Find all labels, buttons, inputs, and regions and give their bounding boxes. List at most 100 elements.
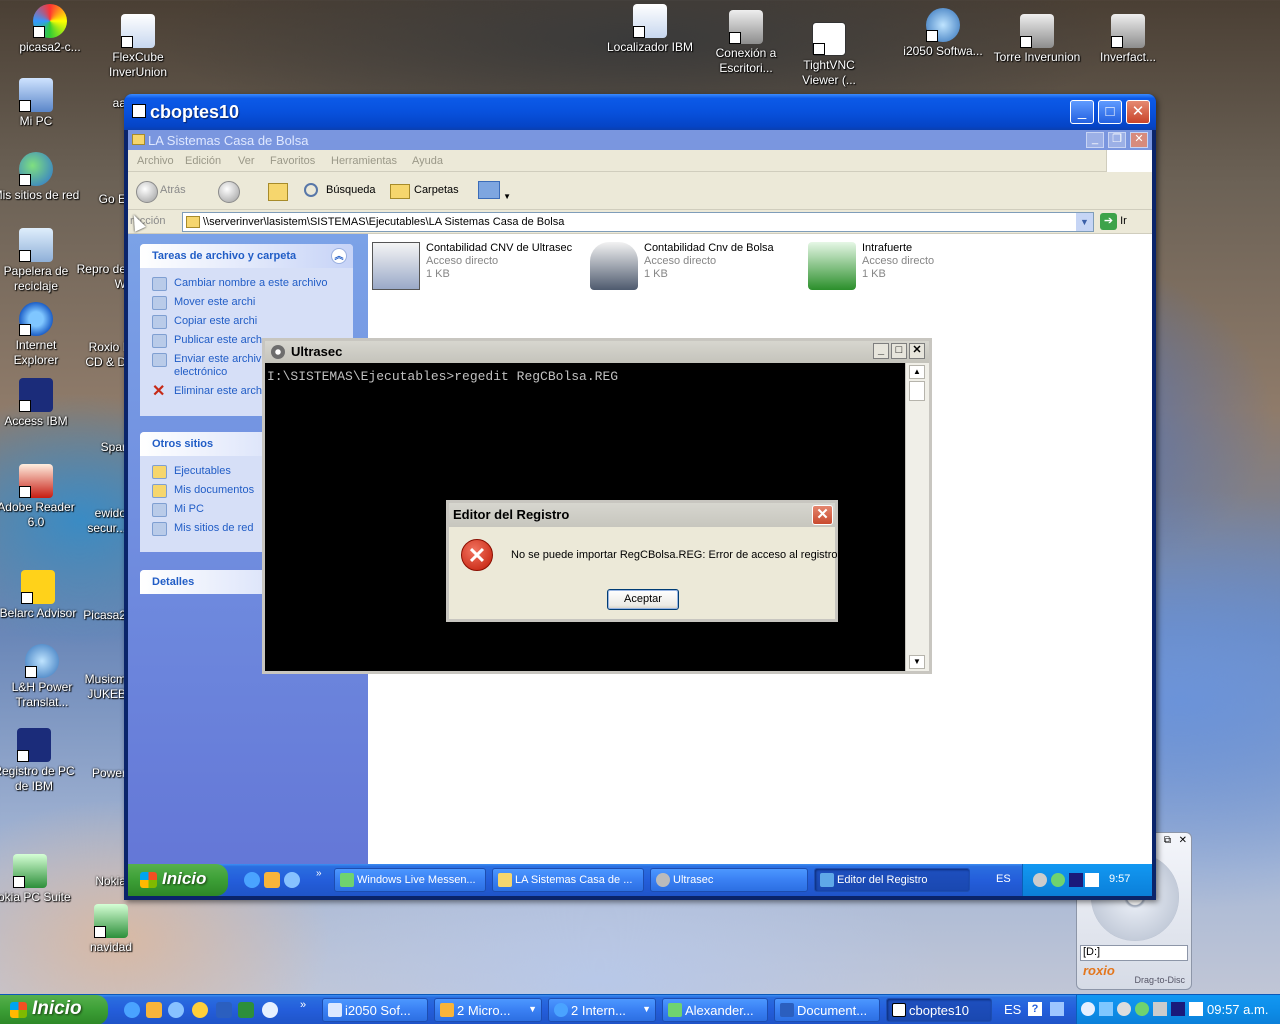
- internet-explorer-icon[interactable]: [244, 872, 260, 888]
- tray-icon[interactable]: [1171, 1002, 1185, 1016]
- desktop-icon-partial-repro[interactable]: Repro de W: [70, 262, 126, 292]
- remote-task-registry-editor[interactable]: Editor del Registro: [814, 868, 970, 892]
- desktop-icon-picasa2-c[interactable]: picasa2-c...: [6, 4, 94, 55]
- task-i2050[interactable]: i2050 Sof...: [322, 998, 428, 1022]
- console-maximize-button[interactable]: □: [891, 343, 907, 359]
- scroll-down-icon[interactable]: ▼: [909, 655, 925, 669]
- tray-icon[interactable]: [1069, 873, 1083, 887]
- back-button[interactable]: Atrás: [136, 181, 186, 203]
- desktop-icon-partial-ewido[interactable]: ewido secur...: [70, 506, 126, 536]
- messenger-tray-icon[interactable]: [1135, 1002, 1149, 1016]
- task-cboptes10[interactable]: cboptes10: [886, 998, 992, 1022]
- excel-icon[interactable]: [238, 1002, 254, 1018]
- go-button[interactable]: ➔ Ir: [1100, 213, 1127, 230]
- help-icon[interactable]: ?: [1028, 1002, 1042, 1016]
- word-icon[interactable]: [216, 1002, 232, 1018]
- panel-header[interactable]: Tareas de archivo y carpeta ︽: [140, 244, 353, 268]
- collapse-icon[interactable]: ︽: [331, 248, 347, 264]
- task-email[interactable]: Enviar este archiv electrónico: [140, 350, 270, 382]
- explorer-title-bar[interactable]: LA Sistemas Casa de Bolsa _ ❐ ✕: [128, 130, 1152, 150]
- desktop-icon-torre-inverunion[interactable]: Torre Inverunion: [993, 14, 1081, 65]
- media-player-icon[interactable]: [192, 1002, 208, 1018]
- desktop-icon-adobe-reader[interactable]: Adobe Reader 6.0: [0, 464, 80, 530]
- tray-icon[interactable]: [1117, 1002, 1131, 1016]
- quicklaunch-icon[interactable]: [168, 1002, 184, 1018]
- desktop-icon-localizador-ibm[interactable]: Localizador IBM: [606, 4, 694, 55]
- views-button[interactable]: ▼: [478, 181, 511, 203]
- desktop-icon-nokia-pc-suite[interactable]: Nokia PC Suite: [0, 854, 74, 905]
- desktop-icon-network-places[interactable]: Mis sitios de red: [0, 152, 80, 203]
- internet-explorer-icon[interactable]: [124, 1002, 140, 1018]
- desktop-icon-partial-aa[interactable]: aa: [70, 96, 126, 111]
- task-alexander[interactable]: Alexander...: [662, 998, 768, 1022]
- messenger-tray-icon[interactable]: [1051, 873, 1065, 887]
- menu-herramientas[interactable]: Herramientas: [331, 155, 397, 167]
- outlook-icon[interactable]: [146, 1002, 162, 1018]
- maximize-button[interactable]: □: [1098, 100, 1122, 124]
- task-copy[interactable]: Copiar este archi: [140, 312, 353, 331]
- remote-task-ultrasec[interactable]: Ultrasec: [650, 868, 808, 892]
- console-minimize-button[interactable]: _: [873, 343, 889, 359]
- volume-icon[interactable]: [1153, 1002, 1167, 1016]
- explorer-minimize-button[interactable]: _: [1086, 132, 1104, 148]
- dialog-close-button[interactable]: ✕: [812, 505, 833, 525]
- menu-ver[interactable]: Ver: [238, 155, 255, 167]
- remote-start-button[interactable]: Inicio: [128, 864, 228, 896]
- network-icon[interactable]: [1099, 1002, 1113, 1016]
- vnc-title-bar[interactable]: cboptes10: [124, 94, 1156, 130]
- task-move[interactable]: Mover este archi: [140, 293, 353, 312]
- language-indicator[interactable]: ES: [996, 873, 1011, 885]
- restore-icon[interactable]: ⧉: [1164, 835, 1171, 846]
- desktop-icon-flexcube[interactable]: FlexCube InverUnion: [94, 14, 182, 80]
- close-button[interactable]: ✕: [1126, 100, 1150, 124]
- minimize-button[interactable]: _: [1070, 100, 1094, 124]
- file-item[interactable]: Contabilidad CNV de Ultrasec Acceso dire…: [368, 242, 578, 290]
- file-item[interactable]: Intrafuerte Acceso directo 1 KB: [804, 242, 1014, 290]
- desktop-icon-remote-desktop[interactable]: Conexión a Escritori...: [702, 10, 790, 76]
- address-input[interactable]: \\serverinver\lasistem\SISTEMAS\Ejecutab…: [182, 212, 1094, 232]
- chevron-icon[interactable]: »: [316, 868, 322, 879]
- quicklaunch-icon[interactable]: [284, 872, 300, 888]
- tray-icon[interactable]: [1050, 1002, 1064, 1016]
- file-item[interactable]: Contabilidad Cnv de Bolsa Acceso directo…: [586, 242, 796, 290]
- remote-task-messenger[interactable]: Windows Live Messen...: [334, 868, 486, 892]
- console-close-button[interactable]: ✕: [909, 343, 925, 359]
- menu-edicion[interactable]: Edición: [185, 155, 221, 167]
- chevron-down-icon[interactable]: ▼: [1076, 213, 1093, 231]
- chevron-icon[interactable]: »: [300, 999, 306, 1011]
- desktop-icon-access-ibm[interactable]: Access IBM: [0, 378, 80, 429]
- ok-button[interactable]: Aceptar: [607, 589, 679, 610]
- remote-task-explorer[interactable]: LA Sistemas Casa de ...: [492, 868, 644, 892]
- menu-archivo[interactable]: Archivo: [137, 155, 174, 167]
- explorer-restore-button[interactable]: ❐: [1108, 132, 1126, 148]
- console-scrollbar[interactable]: ▲ ▼: [905, 363, 929, 671]
- explorer-close-button[interactable]: ✕: [1130, 132, 1148, 148]
- search-button[interactable]: Búsqueda: [302, 181, 376, 203]
- folders-button[interactable]: Carpetas: [390, 181, 459, 203]
- desktop-icon-partial-go[interactable]: Go E: [70, 192, 126, 207]
- console-title-bar[interactable]: Ultrasec _ □ ✕: [265, 341, 929, 363]
- start-button[interactable]: Inicio: [0, 995, 108, 1024]
- desktop-icon-partial-musicmatch[interactable]: Musicm JUKEB: [70, 672, 126, 702]
- desktop-icon-partial-spar[interactable]: Spar: [70, 440, 126, 455]
- desktop-icon-partial-roxio[interactable]: Roxio I CD & D: [70, 340, 126, 370]
- desktop-icon-navidad[interactable]: navidad: [67, 904, 155, 955]
- task-group-internet[interactable]: 2 Intern... ▼: [548, 998, 656, 1022]
- task-document[interactable]: Document...: [774, 998, 880, 1022]
- forward-button[interactable]: [218, 181, 242, 203]
- desktop-icon-partial-picasa2[interactable]: Picasa2: [70, 608, 126, 623]
- task-rename[interactable]: Cambiar nombre a este archivo: [140, 274, 353, 293]
- desktop-icon-partial-nokia[interactable]: Nokia: [70, 874, 126, 889]
- outlook-icon[interactable]: [264, 872, 280, 888]
- info-icon[interactable]: [262, 1002, 278, 1018]
- task-group-microsoft[interactable]: 2 Micro... ▼: [434, 998, 542, 1022]
- desktop-icon-i2050[interactable]: i2050 Softwa...: [899, 8, 987, 59]
- up-folder-button[interactable]: [268, 181, 292, 203]
- desktop-icon-internet-explorer[interactable]: Internet Explorer: [0, 302, 80, 368]
- vnc-tray-icon[interactable]: [1189, 1002, 1203, 1016]
- tray-icon[interactable]: [1033, 873, 1047, 887]
- desktop-icon-ibm-registration[interactable]: Registro de PC de IBM: [0, 728, 78, 794]
- desktop-icon-inverfact[interactable]: Inverfact...: [1084, 14, 1172, 65]
- scroll-up-icon[interactable]: ▲: [909, 365, 925, 379]
- chevron-left-icon[interactable]: [1081, 1002, 1095, 1016]
